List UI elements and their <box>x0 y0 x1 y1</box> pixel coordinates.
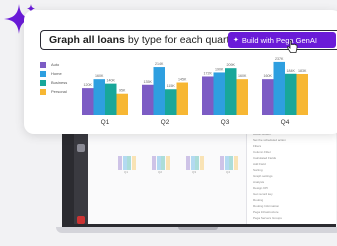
data-label: 209K <box>227 63 236 67</box>
bar-q4-business[interactable] <box>285 73 297 115</box>
data-label: 160K <box>238 74 247 78</box>
data-label: 183K <box>298 69 307 73</box>
mini-category-label: Q4 <box>226 170 231 174</box>
data-label: 214K <box>155 62 164 66</box>
bar-q1-auto[interactable] <box>82 88 94 115</box>
mini-bar <box>229 156 233 170</box>
data-label: 172K <box>204 71 213 75</box>
app-workspace: Q1 Q2 Q3 Q4 <box>88 128 258 224</box>
mini-bar <box>156 156 161 170</box>
data-label: 145K <box>178 78 187 82</box>
bar-q2-business[interactable] <box>165 89 177 115</box>
loans-bar-chart: 120K160K140K95KQ1135K214K115K145KQ2172K1… <box>82 57 309 126</box>
bar-q4-home[interactable] <box>273 61 286 115</box>
category-label: Q2 <box>161 119 170 126</box>
bar-q3-personal[interactable] <box>236 79 249 115</box>
bar-q2-auto[interactable] <box>142 84 154 115</box>
mini-bar <box>165 156 170 170</box>
data-label: 237K <box>275 57 284 61</box>
bar-q1-personal[interactable] <box>116 93 129 115</box>
mini-bar <box>152 156 156 170</box>
data-label: 160K <box>264 74 273 78</box>
mini-category-label: Q2 <box>158 170 163 174</box>
mini-bar <box>131 156 136 170</box>
panel-item[interactable]: Pega Servers Groups <box>253 216 282 222</box>
bar-q2-home[interactable] <box>153 67 166 115</box>
mini-bar <box>195 156 199 170</box>
laptop-screen: Q1 Q2 Q3 Q4 Action Button Set the scheduled … <box>74 128 336 224</box>
data-label: 115K <box>167 84 176 88</box>
mini-bar <box>190 156 195 170</box>
category-label: Q3 <box>221 119 230 126</box>
bar-q1-business[interactable] <box>105 83 117 115</box>
laptop-notch <box>178 227 218 230</box>
category-label: Q1 <box>101 119 110 126</box>
sidebar-alert-icon[interactable] <box>77 216 85 224</box>
data-label: 120K <box>84 83 93 87</box>
bar-q4-auto[interactable] <box>262 79 274 115</box>
data-label: 184K <box>287 69 296 73</box>
laptop-device: Q1 Q2 Q3 Q4 Action Button Set the scheduled … <box>62 126 336 228</box>
sidebar-icon[interactable] <box>77 144 85 152</box>
bar-q1-home[interactable] <box>93 79 106 115</box>
category-label: Q4 <box>281 119 290 126</box>
mini-bar <box>127 156 131 170</box>
app-sidebar <box>74 128 88 224</box>
mini-category-label: Q3 <box>192 170 197 174</box>
mini-bar <box>233 156 238 170</box>
mini-bar <box>122 156 127 170</box>
bar-q3-home[interactable] <box>213 72 226 115</box>
mini-bar <box>118 156 122 170</box>
mini-bar <box>161 156 165 170</box>
app-settings-panel: Action Button Set the scheduled action Fil… <box>246 128 336 224</box>
data-label: 140K <box>107 79 116 83</box>
mini-category-label: Q1 <box>124 170 129 174</box>
mini-bar <box>220 156 224 170</box>
chart-card: Graph all loans by type for each quarter… <box>24 10 337 134</box>
bar-q3-business[interactable] <box>225 68 237 115</box>
bar-q2-personal[interactable] <box>176 82 189 115</box>
data-label: 135K <box>144 80 153 84</box>
mini-bar <box>186 156 190 170</box>
bar-q4-personal[interactable] <box>296 74 309 115</box>
mini-bar <box>199 156 204 170</box>
bar-q3-auto[interactable] <box>202 76 214 115</box>
data-label: 190K <box>215 67 224 71</box>
data-label: 95K <box>119 89 126 93</box>
mini-bar <box>224 156 229 170</box>
data-label: 160K <box>95 74 104 78</box>
